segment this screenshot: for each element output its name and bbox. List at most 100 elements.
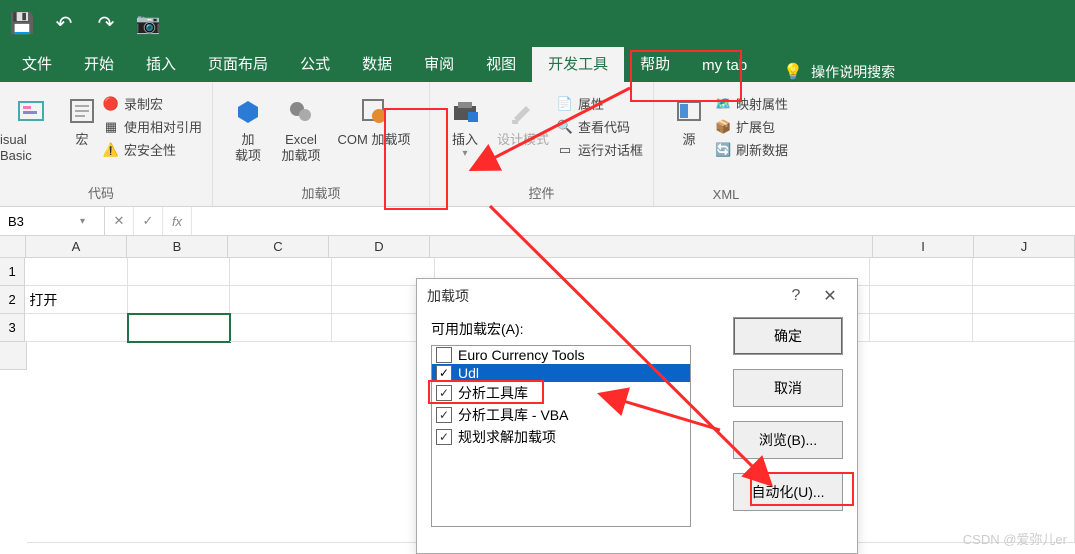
checkbox-icon[interactable] [436, 347, 452, 363]
cell[interactable] [870, 286, 972, 314]
view-code-icon: 🔍 [556, 118, 574, 136]
record-macro-label: 录制宏 [124, 94, 163, 113]
addins-listbox[interactable]: Euro Currency Tools ✓ Udl ✓ 分析工具库 ✓分析工具库 -… [431, 345, 691, 527]
cell[interactable] [128, 286, 230, 314]
refresh-label: 刷新数据 [736, 140, 788, 159]
cell[interactable] [870, 258, 972, 286]
cell[interactable] [230, 286, 332, 314]
cell[interactable] [25, 314, 127, 342]
tab-help[interactable]: 帮助 [624, 47, 686, 82]
list-item-label: 分析工具库 [458, 383, 528, 403]
macro-security-button[interactable]: ⚠️ 宏安全性 [102, 138, 202, 161]
col-head[interactable] [430, 236, 873, 258]
com-addins-button[interactable]: COM 加载项 [329, 88, 419, 148]
fx-icon[interactable]: fx [163, 207, 192, 235]
record-macro-button[interactable]: 🔴 录制宏 [102, 92, 202, 115]
save-icon[interactable]: 💾 [10, 12, 34, 34]
formula-bar: ▾ ✕ ✓ fx [0, 207, 1075, 236]
tell-me-search[interactable]: 💡 操作说明搜索 [783, 62, 895, 82]
map-properties-button[interactable]: 🗺️ 映射属性 [714, 92, 788, 115]
cell[interactable] [230, 314, 332, 342]
close-icon[interactable]: ✕ [813, 286, 847, 306]
checkbox-icon[interactable]: ✓ [436, 385, 452, 401]
cell[interactable] [870, 314, 972, 342]
source-button[interactable]: 源 [664, 88, 714, 148]
addins-button[interactable]: 加 载项 [223, 88, 273, 163]
design-mode-label: 设计模式 [497, 132, 549, 148]
group-controls: 插入 ▾ 设计模式 📄 属性 🔍 查看代码 ▭ [430, 82, 654, 206]
col-head-i[interactable]: I [873, 236, 974, 258]
checkbox-icon[interactable]: ✓ [436, 429, 452, 445]
view-code-label: 查看代码 [578, 117, 630, 136]
list-item-label: Udl [458, 365, 479, 381]
expansion-pack-button[interactable]: 📦 扩展包 [714, 115, 788, 138]
excel-addins-button[interactable]: Excel 加载项 [273, 88, 329, 163]
help-icon[interactable]: ? [779, 287, 813, 305]
list-item[interactable]: ✓ Udl [432, 364, 690, 382]
dialog-title: 加载项 [427, 286, 469, 306]
tab-mytab[interactable]: my tab [686, 51, 763, 82]
refresh-icon: 🔄 [714, 141, 732, 159]
col-head-b[interactable]: B [127, 236, 228, 258]
tab-formulas[interactable]: 公式 [284, 47, 346, 82]
list-item[interactable]: ✓分析工具库 - VBA [432, 404, 690, 426]
tab-review[interactable]: 审阅 [408, 47, 470, 82]
tab-insert[interactable]: 插入 [130, 47, 192, 82]
checkbox-icon[interactable]: ✓ [436, 407, 452, 423]
accept-formula-icon[interactable]: ✓ [134, 207, 163, 235]
design-mode-button[interactable]: 设计模式 [490, 88, 556, 148]
automation-button[interactable]: 自动化(U)... [733, 473, 843, 511]
available-addins-label: 可用加载宏(A): [431, 315, 719, 345]
dialog-icon: ▭ [556, 141, 574, 159]
col-head-c[interactable]: C [228, 236, 329, 258]
relative-ref-button[interactable]: ▦ 使用相对引用 [102, 115, 202, 138]
cell[interactable] [128, 258, 230, 286]
row-head-2[interactable]: 2 [0, 286, 25, 314]
col-head-d[interactable]: D [329, 236, 430, 258]
select-all-corner[interactable] [0, 236, 26, 258]
cell[interactable] [973, 314, 1075, 342]
ok-button[interactable]: 确定 [733, 317, 843, 355]
tab-page-layout[interactable]: 页面布局 [192, 47, 284, 82]
name-box[interactable]: ▾ [0, 207, 105, 235]
browse-button[interactable]: 浏览(B)... [733, 421, 843, 459]
ribbon-tabs: 文件 开始 插入 页面布局 公式 数据 审阅 视图 开发工具 帮助 my tab… [0, 46, 1075, 82]
properties-icon: 📄 [556, 95, 574, 113]
redo-icon[interactable]: ↷ [94, 12, 118, 34]
cancel-button[interactable]: 取消 [733, 369, 843, 407]
list-item[interactable]: ✓ 分析工具库 [432, 382, 690, 404]
tab-view[interactable]: 视图 [470, 47, 532, 82]
tab-home[interactable]: 开始 [68, 47, 130, 82]
cell[interactable] [973, 258, 1075, 286]
camera-icon[interactable]: 📷 [136, 12, 160, 34]
col-head-a[interactable]: A [26, 236, 127, 258]
tab-data[interactable]: 数据 [346, 47, 408, 82]
refresh-data-button[interactable]: 🔄 刷新数据 [714, 138, 788, 161]
run-dialog-button[interactable]: ▭ 运行对话框 [556, 138, 643, 161]
row-head[interactable] [0, 342, 27, 370]
view-code-button[interactable]: 🔍 查看代码 [556, 115, 643, 138]
visual-basic-button[interactable]: isual Basic [0, 88, 62, 163]
chevron-down-icon[interactable]: ▾ [80, 216, 85, 227]
cell[interactable] [230, 258, 332, 286]
name-box-input[interactable] [6, 213, 80, 230]
insert-control-button[interactable]: 插入 ▾ [440, 88, 490, 160]
cell[interactable] [25, 258, 127, 286]
row-head-3[interactable]: 3 [0, 314, 25, 342]
formula-input[interactable] [192, 207, 1075, 235]
list-item[interactable]: Euro Currency Tools [432, 346, 690, 364]
properties-button[interactable]: 📄 属性 [556, 92, 643, 115]
col-head-j[interactable]: J [974, 236, 1075, 258]
excel-addins-icon [284, 94, 318, 128]
list-item[interactable]: ✓规划求解加载项 [432, 426, 690, 448]
macros-button[interactable]: 宏 [62, 88, 102, 148]
row-head-1[interactable]: 1 [0, 258, 25, 286]
checkbox-icon[interactable]: ✓ [436, 365, 452, 381]
tab-file[interactable]: 文件 [6, 47, 68, 82]
cell[interactable] [973, 286, 1075, 314]
undo-icon[interactable]: ↶ [52, 12, 76, 34]
cancel-formula-icon[interactable]: ✕ [105, 207, 134, 235]
cell-b3[interactable] [128, 314, 230, 342]
tab-developer[interactable]: 开发工具 [532, 47, 624, 82]
cell-a2[interactable]: 打开 [25, 286, 127, 314]
